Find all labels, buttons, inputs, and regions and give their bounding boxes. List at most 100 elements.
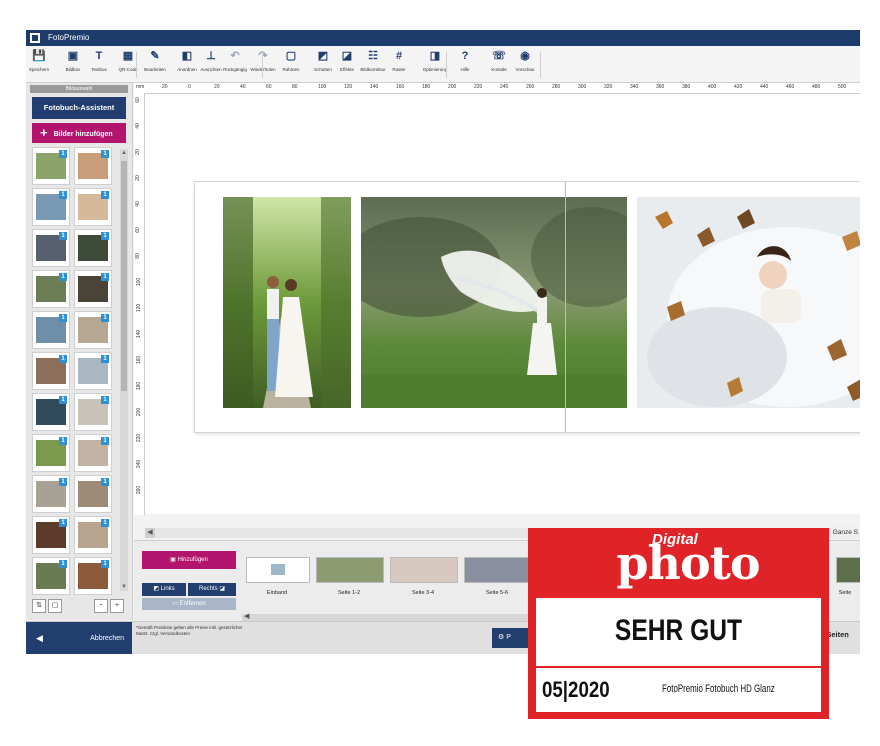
strip-scroll-left-icon[interactable]: ◀ [244, 612, 249, 620]
ruler-tick-label: 240 [500, 84, 509, 90]
photobook-assistant-button[interactable]: Fotobuch-Assistent [32, 97, 126, 119]
page-label-1-2: Seite 1-2 [337, 590, 360, 596]
toolbar-label: Anordnen [177, 67, 197, 72]
image-thumbnail[interactable]: 1 [32, 475, 70, 513]
image-thumbnail[interactable]: 1 [32, 188, 70, 226]
page-label-5-6: Seite 5-6 [485, 590, 508, 596]
image-box-icon: ▣ [67, 50, 79, 62]
ruler-tick-label: 180 [136, 381, 143, 391]
usage-count-badge: 1 [101, 232, 109, 240]
toolbar-button-edit[interactable]: ✎ Bearbeiten [142, 50, 168, 80]
toolbar-button-preview-eye[interactable]: ◉ Vorschau [512, 50, 538, 80]
ruler-tick-label: 260 [526, 84, 535, 90]
textbox-icon: T [95, 50, 103, 62]
ruler-tick-label: 160 [396, 84, 405, 90]
page-thumb-3-4[interactable] [390, 557, 458, 583]
phone-icon: ☏ [492, 50, 506, 62]
editor-canvas[interactable] [145, 94, 860, 514]
toolbar-button-redo[interactable]: ↷ Wiederholen [250, 50, 276, 80]
remove-page-button[interactable]: ▭ Entfernen [142, 598, 236, 610]
image-thumbnail[interactable]: 1 [32, 270, 70, 308]
zoom-in-icon[interactable]: + [110, 599, 124, 613]
cancel-button[interactable]: ◀ Abbrechen [26, 622, 132, 654]
zoom-out-icon[interactable]: − [94, 599, 108, 613]
move-left-button[interactable]: ◩ Links [142, 583, 186, 596]
image-thumbnail[interactable]: 1 [32, 311, 70, 349]
move-left-label: Links [160, 586, 175, 592]
page-thumb-5-6[interactable] [464, 557, 532, 583]
zoom-selector[interactable]: Ganze S [830, 527, 860, 539]
ruler-tick-label: 100 [136, 277, 143, 287]
usage-count-badge: 1 [59, 191, 67, 199]
thumbnail-controls: ⇅ ▢ − + [32, 597, 128, 615]
move-right-button[interactable]: Rechts ◪ [188, 583, 236, 596]
toolbar-button-shadow[interactable]: ◩ Schatten [310, 50, 336, 80]
image-thumbnail[interactable]: 1 [74, 311, 112, 349]
image-thumbnail[interactable]: 1 [74, 188, 112, 226]
scroll-down-icon[interactable]: ▼ [120, 583, 128, 591]
ruler-tick-label: 140 [136, 329, 143, 339]
thumbnail-scrollbar[interactable]: ▲ ▼ [120, 149, 128, 591]
toolbar-label: Speichern [28, 67, 50, 72]
page-spread[interactable] [195, 182, 860, 432]
remove-page-icon: ▭ [172, 601, 180, 607]
toolbar-button-grid[interactable]: # Raster [386, 50, 412, 80]
scroll-left-icon[interactable]: ◀ [145, 528, 155, 538]
photo-couple[interactable] [223, 197, 351, 408]
image-thumbnail[interactable]: 1 [74, 147, 112, 185]
usage-count-badge: 1 [59, 396, 67, 404]
ruler-tick-label: 80 [134, 253, 141, 259]
scroll-up-icon[interactable]: ▲ [120, 149, 128, 157]
usage-count-badge: 1 [59, 232, 67, 240]
toolbar-button-arrange[interactable]: ◧ Anordnen [174, 50, 200, 80]
sort-icon[interactable]: ⇅ [32, 599, 46, 613]
page-thumb-1-2[interactable] [316, 557, 384, 583]
preview-eye-icon: ◉ [520, 50, 530, 62]
toolbar-button-save[interactable]: 💾 Speichern [26, 50, 52, 80]
toolbar-button-align[interactable]: ⊥ Ausrichten [198, 50, 224, 80]
toolbar-button-undo[interactable]: ↶ Rückgängig [222, 50, 248, 80]
toolbar-button-help[interactable]: ? Hilfe [452, 50, 478, 80]
toolbar-label: Rückgängig [223, 67, 247, 72]
image-thumbnail[interactable]: 1 [74, 229, 112, 267]
toolbar-button-qr-code[interactable]: ▦ QR-Code [114, 50, 142, 80]
page-thumb-cover[interactable] [246, 557, 310, 583]
delete-icon[interactable]: ▢ [48, 599, 62, 613]
image-thumbnail[interactable]: 1 [32, 229, 70, 267]
usage-count-badge: 1 [59, 150, 67, 158]
toolbar-button-phone[interactable]: ☏ Kontakt [486, 50, 512, 80]
image-thumbnail[interactable]: 1 [32, 352, 70, 390]
usage-count-badge: 1 [101, 478, 109, 486]
image-thumbnail[interactable]: 1 [32, 393, 70, 431]
toolbar-button-image-box[interactable]: ▣ Bildbox [60, 50, 86, 80]
image-thumbnail[interactable]: 1 [74, 434, 112, 472]
image-thumbnail[interactable]: 1 [74, 557, 112, 595]
ruler-tick-label: 40 [240, 84, 246, 90]
toolbar-label: Kontakt [491, 67, 507, 72]
toolbar-button-textbox[interactable]: T Textbox [86, 50, 112, 80]
add-images-button[interactable]: + Bilder hinzufügen [32, 123, 126, 143]
photo-bride-leaves[interactable] [637, 197, 860, 408]
scrollbar-thumb[interactable] [121, 161, 127, 391]
toolbar-button-image-correction[interactable]: ☷ Bildkorrektur [360, 50, 386, 80]
toolbar-label: QR-Code [118, 67, 138, 72]
image-thumbnail[interactable]: 1 [74, 352, 112, 390]
page-strip-scrollbar[interactable]: ◀ [242, 612, 542, 621]
image-thumbnail[interactable]: 1 [74, 393, 112, 431]
photo-bride-veil[interactable] [361, 197, 627, 408]
image-thumbnail[interactable]: 1 [32, 516, 70, 554]
image-thumbnail[interactable]: 1 [32, 147, 70, 185]
toolbar-button-optimize[interactable]: ◨ Optimierung [422, 50, 448, 80]
image-thumbnail[interactable]: 1 [74, 516, 112, 554]
add-page-button[interactable]: ▣ Hinzufügen [142, 551, 236, 569]
back-arrow-icon: ◀ [36, 633, 43, 643]
image-thumbnail[interactable]: 1 [32, 557, 70, 595]
price-button[interactable]: ⚙ P [492, 628, 532, 648]
page-thumb-next[interactable] [836, 557, 860, 583]
image-thumbnail[interactable]: 1 [32, 434, 70, 472]
price-button-label: P [506, 634, 511, 641]
toolbar-button-frame[interactable]: ▢ Rahmen [278, 50, 304, 80]
image-thumbnail[interactable]: 1 [74, 270, 112, 308]
image-thumbnail[interactable]: 1 [74, 475, 112, 513]
toolbar-button-effects[interactable]: ◪ Effekte [334, 50, 360, 80]
